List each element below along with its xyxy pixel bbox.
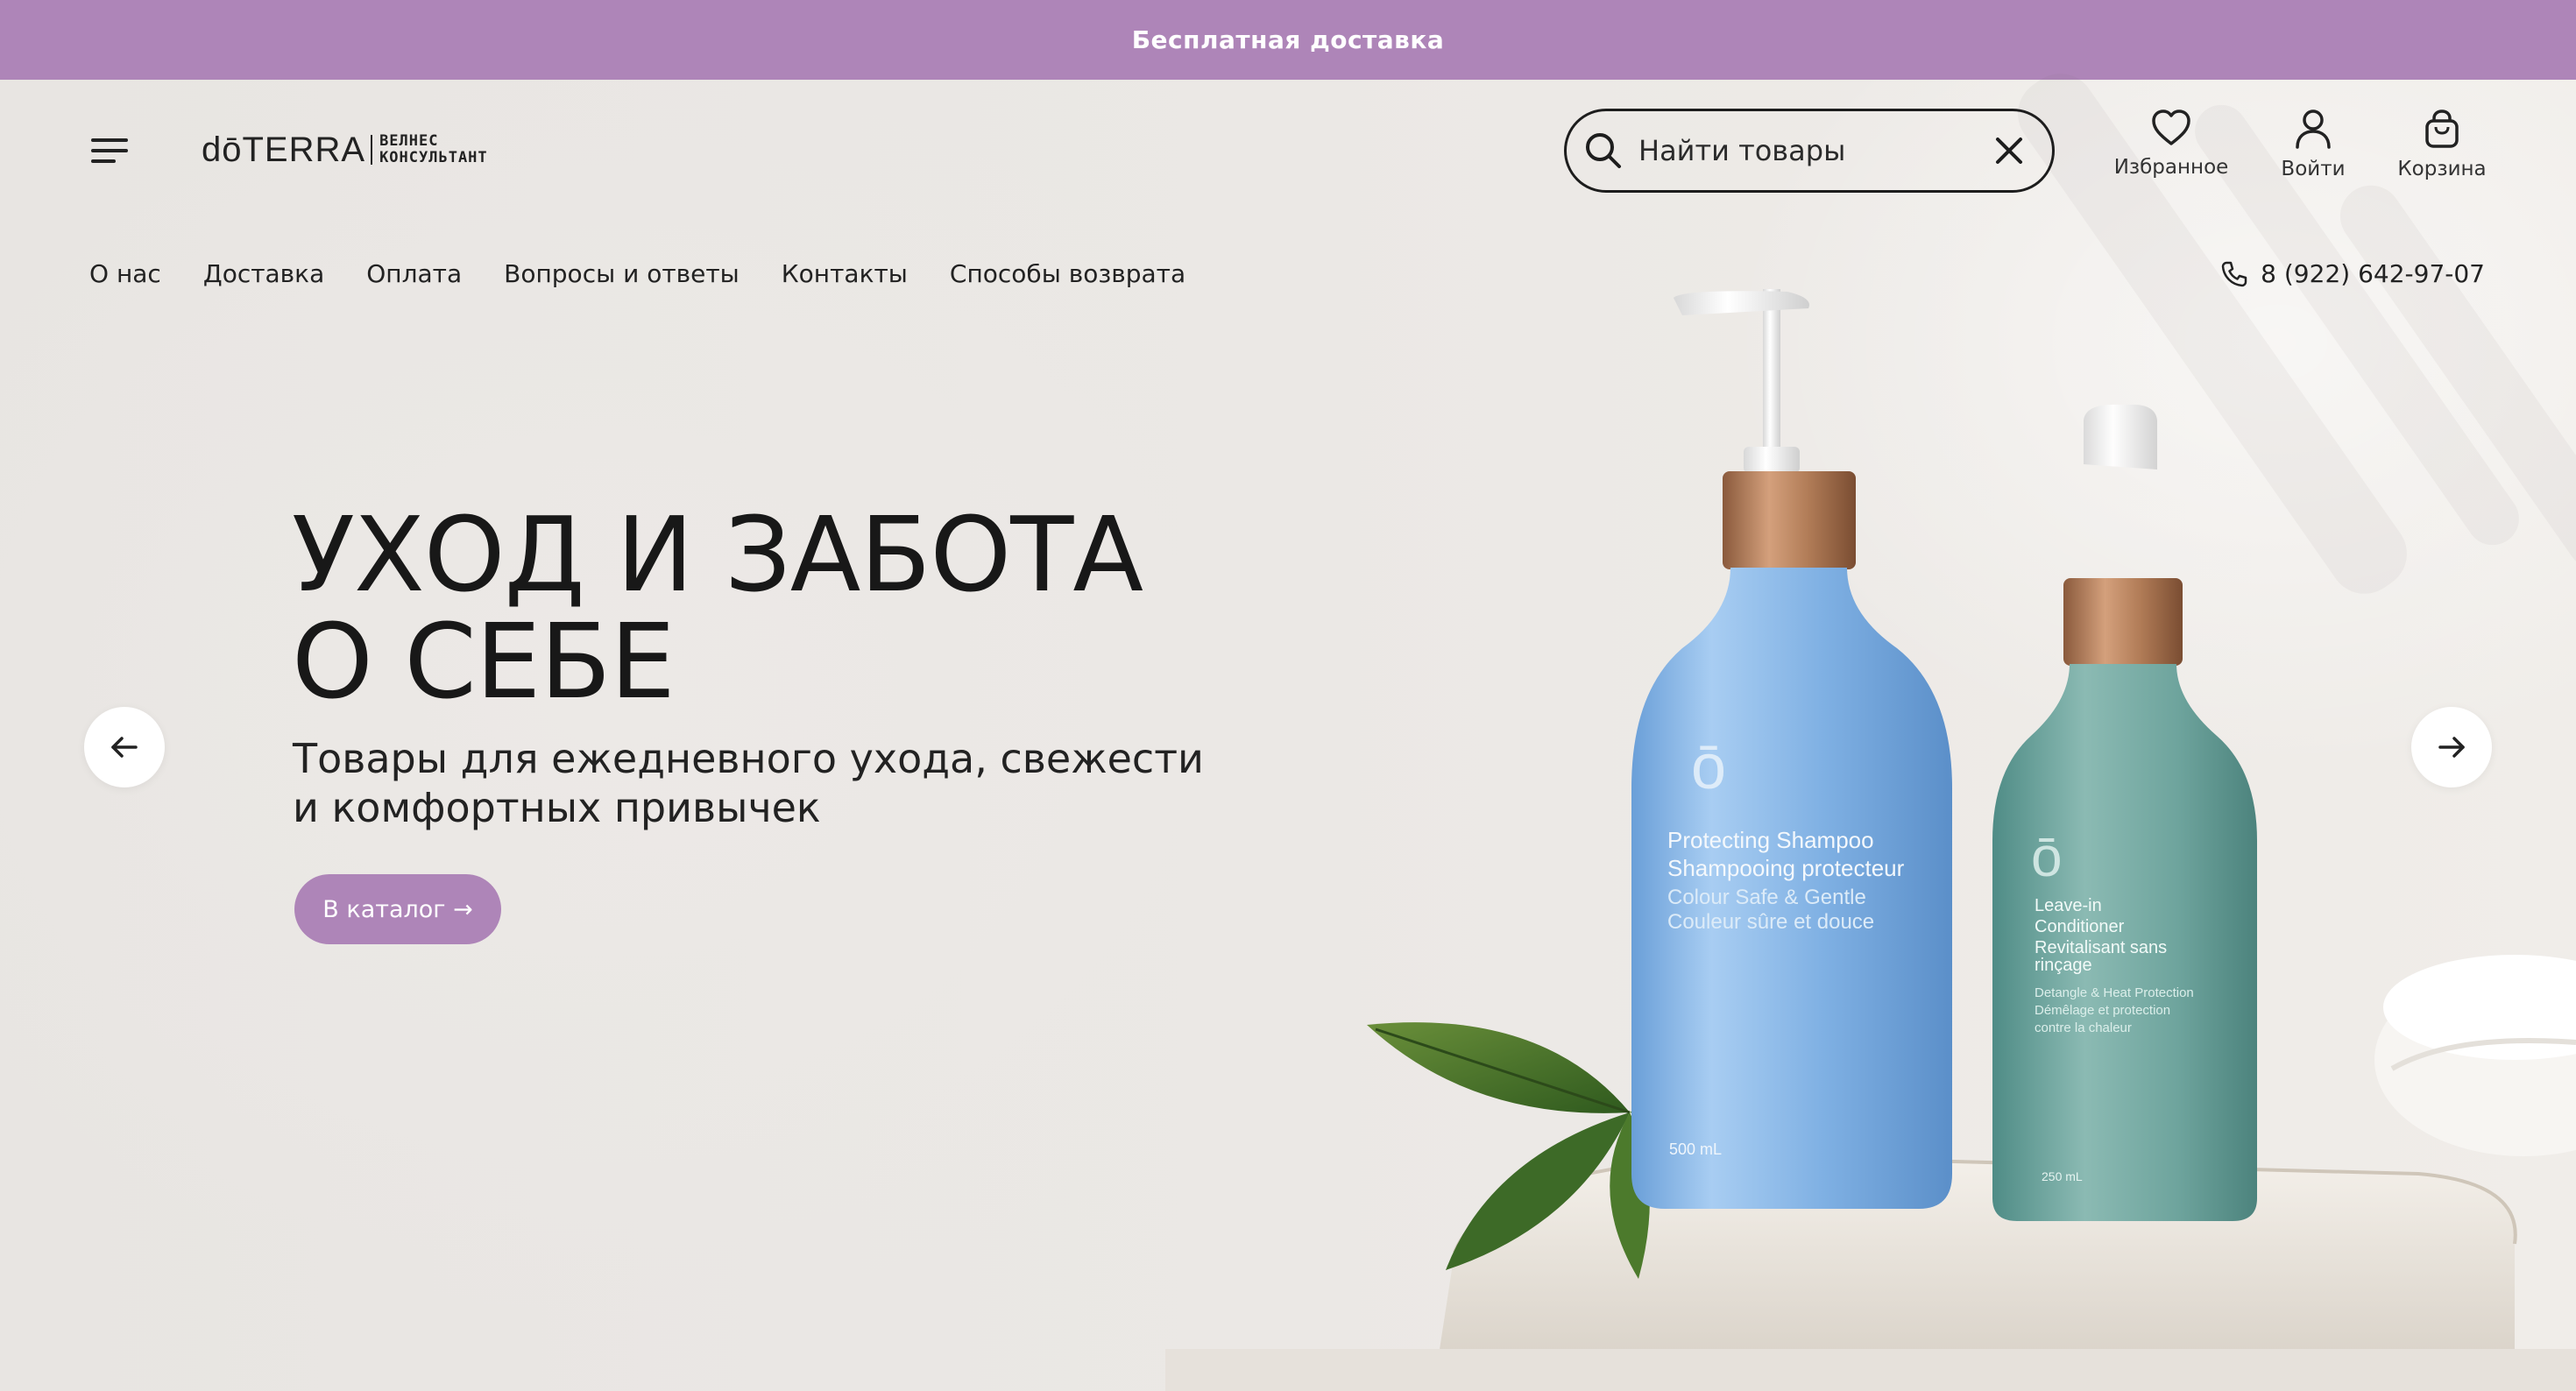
search-input[interactable] (1637, 133, 1982, 168)
slider-prev-button[interactable] (84, 707, 165, 787)
svg-text:Couleur sûre et douce: Couleur sûre et douce (1667, 910, 1874, 934)
svg-text:Leave-in: Leave-in (2035, 896, 2102, 915)
logo-subtitle-line1: ВЕЛНЕС (379, 132, 439, 150)
hero-title-line2: О СЕБЕ (292, 601, 676, 722)
svg-text:Conditioner: Conditioner (2035, 917, 2125, 936)
cart-button[interactable]: Корзина (2392, 109, 2492, 180)
main-nav: О нас Доставка Оплата Вопросы и ответы К… (89, 259, 1185, 288)
nav-item-contacts[interactable]: Контакты (782, 259, 908, 288)
logo-divider (371, 135, 373, 165)
cart-label: Корзина (2397, 158, 2487, 180)
arrow-right-icon (2438, 737, 2465, 758)
heart-icon (2152, 109, 2190, 145)
svg-text:500 mL: 500 mL (1669, 1140, 1722, 1158)
hero-title-line1: УХОД И ЗАБОТА (292, 494, 1143, 615)
logo-subtitle: ВЕЛНЕС КОНСУЛЬТАНТ (379, 133, 488, 166)
svg-text:Démêlage et protection: Démêlage et protection (2035, 1003, 2170, 1018)
catalog-button[interactable]: В каталог → (294, 874, 501, 944)
svg-text:Shampooing protecteur: Shampooing protecteur (1667, 855, 1905, 881)
menu-icon[interactable] (91, 138, 128, 163)
logo-wordmark: dōTERRA (202, 130, 366, 169)
nav-item-faq[interactable]: Вопросы и ответы (504, 259, 740, 288)
bag-icon (2425, 109, 2459, 148)
hero-subtitle-line2: и комфортных привычек (293, 784, 821, 831)
svg-text:Revitalisant sans: Revitalisant sans (2035, 938, 2167, 957)
nav-item-returns[interactable]: Способы возврата (950, 259, 1185, 288)
login-label: Войти (2281, 158, 2346, 180)
svg-text:Colour Safe & Gentle: Colour Safe & Gentle (1667, 886, 1866, 909)
clear-icon[interactable] (1994, 136, 2024, 166)
nav-item-delivery[interactable]: Доставка (203, 259, 324, 288)
svg-text:Detangle & Heat Protection: Detangle & Heat Protection (2035, 985, 2194, 1000)
hero-product-image: ō Protecting Shampoo Shampooing protecte… (1165, 289, 2576, 1391)
svg-text:250 mL: 250 mL (2042, 1169, 2083, 1183)
hero-title: УХОД И ЗАБОТА О СЕБЕ (292, 501, 1143, 715)
slider-next-button[interactable] (2411, 707, 2492, 787)
favorites-button[interactable]: Избранное (2110, 109, 2233, 179)
user-icon (2296, 109, 2331, 149)
login-button[interactable]: Войти (2275, 109, 2352, 180)
hero-subtitle-line1: Товары для ежедневного ухода, свежести (293, 735, 1204, 782)
svg-text:Protecting Shampoo: Protecting Shampoo (1667, 827, 1874, 853)
arrow-left-icon (111, 737, 138, 758)
svg-text:ō: ō (2031, 825, 2063, 888)
search-box (1564, 109, 2055, 193)
svg-text:rinçage: rinçage (2035, 956, 2092, 975)
svg-text:ō: ō (1691, 732, 1726, 802)
nav-item-payment[interactable]: Оплата (366, 259, 462, 288)
promo-text: Бесплатная доставка (1131, 25, 1445, 54)
search-icon[interactable] (1582, 130, 1624, 172)
nav-item-about[interactable]: О нас (89, 259, 161, 288)
logo[interactable]: dōTERRA ВЕЛНЕС КОНСУЛЬТАНТ (202, 130, 488, 170)
logo-subtitle-line2: КОНСУЛЬТАНТ (379, 149, 488, 166)
hero-subtitle: Товары для ежедневного ухода, свежести и… (293, 734, 1213, 832)
svg-text:contre la chaleur: contre la chaleur (2035, 1020, 2132, 1035)
favorites-label: Избранное (2113, 156, 2229, 179)
promo-bar: Бесплатная доставка (0, 0, 2576, 80)
